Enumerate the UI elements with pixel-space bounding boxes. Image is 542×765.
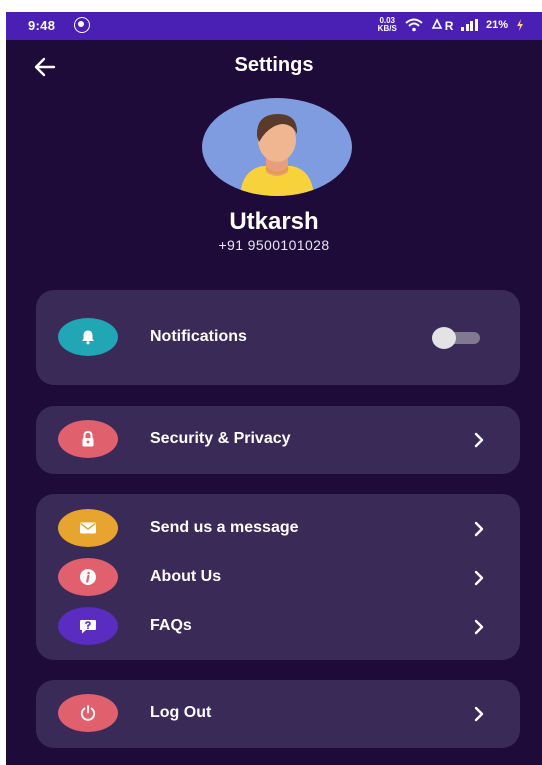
logout-label: Log Out (150, 704, 212, 721)
logout-row[interactable]: Log Out (36, 694, 520, 734)
security-privacy-label: Security & Privacy (150, 430, 291, 447)
profile-name: Utkarsh (229, 208, 319, 235)
bell-icon (82, 330, 94, 345)
app-header: Settings (6, 50, 542, 86)
power-icon (80, 705, 96, 721)
network-speed: 0.03 KB/S (377, 16, 397, 33)
status-bar: 9:48 0.03 KB/S R 21% (6, 12, 542, 40)
send-message-label: Send us a message (150, 519, 299, 536)
notifications-label: Notifications (150, 328, 247, 345)
chevron-right-icon (474, 432, 484, 448)
chevron-right-icon (474, 570, 484, 586)
battery-level: 21% (485, 19, 508, 31)
notifications-card: Notifications (36, 290, 520, 385)
user-avatar-illustration (240, 114, 314, 196)
chevron-right-icon (474, 706, 484, 722)
notifications-icon-badge (58, 318, 118, 356)
chevron-right-icon (474, 521, 484, 537)
settings-screen: 9:48 0.03 KB/S R 21% Settings Utkarsh +9… (6, 12, 542, 765)
volte-icon: R (431, 17, 453, 33)
avatar (202, 98, 352, 196)
about-us-label: About Us (150, 568, 222, 585)
whatsapp-icon (74, 17, 90, 33)
notifications-toggle[interactable] (432, 327, 482, 349)
chevron-right-icon (474, 619, 484, 635)
logout-card: Log Out (36, 680, 520, 748)
faqs-row[interactable]: FAQs (36, 607, 520, 647)
status-time: 9:48 (28, 18, 56, 33)
security-icon-badge (58, 420, 118, 458)
charging-icon (517, 19, 523, 31)
security-privacy-row[interactable]: Security & Privacy (36, 420, 520, 460)
support-card: Send us a message About Us FAQs (36, 494, 520, 660)
faqs-label: FAQs (150, 617, 192, 634)
message-icon-badge (58, 509, 118, 547)
toggle-knob (432, 327, 456, 349)
about-icon-badge (58, 558, 118, 596)
about-us-row[interactable]: About Us (36, 558, 520, 598)
status-indicators: 0.03 KB/S R 21% (378, 17, 524, 33)
lock-icon (82, 430, 94, 447)
info-icon (80, 569, 96, 585)
send-message-row[interactable]: Send us a message (36, 509, 520, 549)
signal-icon (461, 19, 478, 31)
logout-icon-badge (58, 694, 118, 732)
faqs-icon-badge (58, 607, 118, 645)
security-card: Security & Privacy (36, 406, 520, 474)
question-chat-icon (80, 619, 96, 633)
envelope-icon (80, 522, 96, 534)
profile-phone: +91 9500101028 (218, 237, 330, 253)
notifications-row[interactable]: Notifications (36, 318, 520, 358)
page-title: Settings (234, 54, 314, 76)
wifi-icon (405, 18, 423, 32)
